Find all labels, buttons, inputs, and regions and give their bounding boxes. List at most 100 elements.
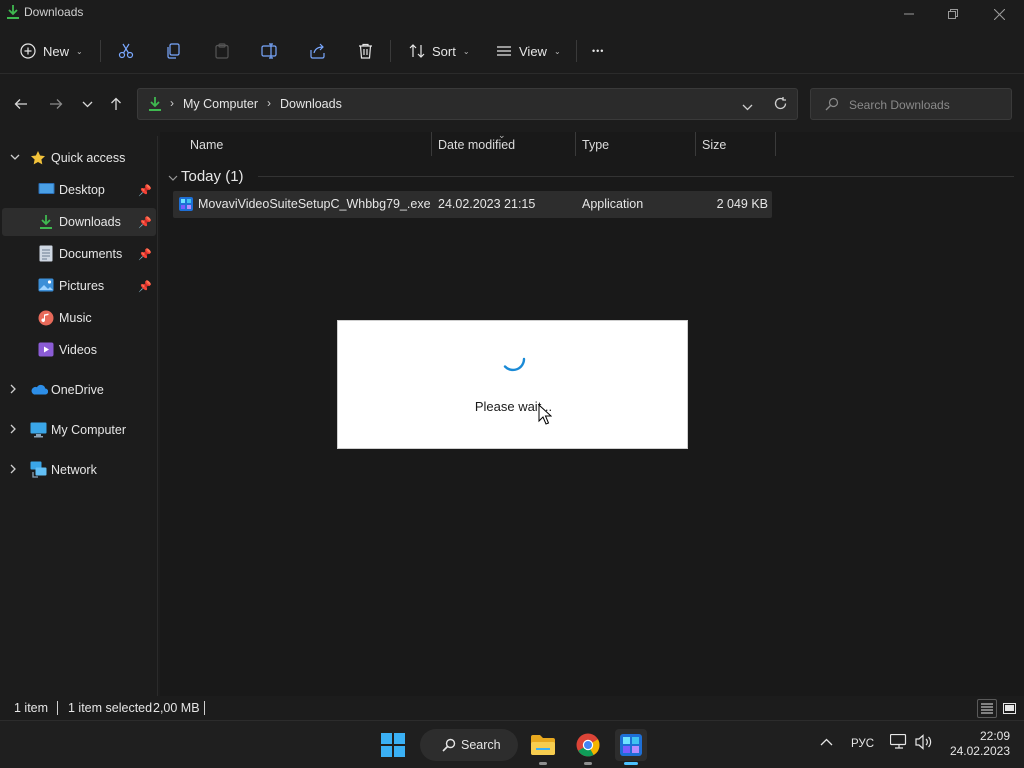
breadcrumb-my-computer[interactable]: My Computer xyxy=(183,97,258,111)
pin-icon: 📌 xyxy=(138,184,152,197)
network-status-icon[interactable] xyxy=(889,733,908,753)
sidebar-item-videos[interactable]: Videos xyxy=(2,336,156,364)
tray-overflow-chevron-icon[interactable] xyxy=(820,735,833,749)
taskbar-movavi[interactable] xyxy=(615,729,647,765)
share-button[interactable] xyxy=(309,38,326,64)
cut-button[interactable] xyxy=(118,38,134,64)
loading-spinner-icon xyxy=(499,345,527,373)
file-size: 2 049 KB xyxy=(716,197,768,211)
sidebar-item-label: Pictures xyxy=(59,279,105,293)
taskbar-search-button[interactable]: Search xyxy=(420,729,518,761)
pin-icon: 📌 xyxy=(138,280,152,293)
forward-button[interactable] xyxy=(46,94,66,114)
taskbar-chrome[interactable] xyxy=(572,729,604,765)
arrow-left-icon xyxy=(14,99,27,109)
dialog-message: Please wait... xyxy=(474,399,553,414)
scissors-icon xyxy=(118,43,134,59)
pin-icon: 📌 xyxy=(138,216,152,229)
delete-button[interactable] xyxy=(358,38,373,64)
sidebar-item-documents[interactable]: Documents 📌 xyxy=(2,240,156,268)
chevron-right-icon[interactable] xyxy=(10,464,17,476)
search-input[interactable] xyxy=(849,96,999,114)
cloud-icon xyxy=(30,384,49,400)
file-type: Application xyxy=(582,197,644,211)
search-box[interactable] xyxy=(810,88,1012,120)
chevron-right-icon[interactable] xyxy=(10,384,17,396)
search-icon xyxy=(825,97,839,114)
clipboard-icon xyxy=(214,43,230,59)
sidebar-item-downloads[interactable]: Downloads 📌 xyxy=(2,208,156,236)
sidebar-item-network[interactable]: Network xyxy=(2,456,156,484)
view-button[interactable]: View ⌄ xyxy=(496,38,561,64)
new-label: New xyxy=(43,43,70,59)
sidebar-item-label: Desktop xyxy=(59,183,105,197)
sidebar-item-my-computer[interactable]: My Computer xyxy=(2,416,156,444)
column-name-label: Name xyxy=(190,138,224,152)
search-icon xyxy=(442,738,456,755)
rename-button[interactable] xyxy=(261,38,279,64)
arrow-right-icon xyxy=(50,99,63,109)
address-bar[interactable]: › My Computer › Downloads xyxy=(137,88,798,120)
more-options-button[interactable]: ••• xyxy=(592,38,604,64)
selection-count: 1 item selected xyxy=(68,701,153,715)
sidebar-item-label: Downloads xyxy=(59,215,121,229)
recent-locations-button[interactable] xyxy=(77,94,97,114)
sort-button[interactable]: Sort ⌄ xyxy=(409,38,470,64)
sidebar-item-label: Documents xyxy=(59,247,123,261)
windows-logo-icon xyxy=(381,733,405,757)
sort-label: Sort xyxy=(432,43,456,59)
column-size-label: Size xyxy=(702,138,727,152)
close-button[interactable] xyxy=(976,0,1022,28)
download-icon xyxy=(148,96,162,115)
column-header-name[interactable]: Name xyxy=(190,132,223,158)
input-language[interactable]: РУС xyxy=(851,738,874,750)
paste-button[interactable] xyxy=(214,38,230,64)
sidebar-item-onedrive[interactable]: OneDrive xyxy=(2,376,156,404)
group-label: Today (1) xyxy=(181,168,244,185)
selection-size: 2,00 MB xyxy=(153,701,200,715)
details-view-icon xyxy=(981,703,993,714)
sidebar-item-pictures[interactable]: Pictures 📌 xyxy=(2,272,156,300)
large-icons-view-button[interactable] xyxy=(999,699,1019,718)
group-header-today[interactable]: Today (1) xyxy=(168,166,1014,188)
music-icon xyxy=(38,310,54,326)
mouse-cursor-icon xyxy=(538,403,553,426)
pin-icon: 📌 xyxy=(138,248,152,261)
taskbar-clock[interactable]: 22:09 24.02.2023 xyxy=(940,729,1010,759)
volume-icon[interactable] xyxy=(915,734,933,753)
column-type-label: Type xyxy=(582,138,610,152)
chevron-down-icon: ⌄ xyxy=(553,46,561,56)
details-view-button[interactable] xyxy=(977,699,997,718)
share-icon xyxy=(309,43,326,59)
column-header-type[interactable]: Type xyxy=(582,132,609,158)
taskbar-file-explorer[interactable] xyxy=(527,729,559,765)
chevron-right-icon[interactable] xyxy=(10,424,17,436)
chevron-down-icon[interactable] xyxy=(10,153,20,163)
copy-button[interactable] xyxy=(166,38,182,64)
table-row[interactable]: MovaviVideoSuiteSetupC_Whbbg79_.exe 24.0… xyxy=(173,191,772,218)
movavi-app-icon xyxy=(620,734,642,756)
network-icon xyxy=(30,461,47,478)
up-button[interactable] xyxy=(106,94,126,114)
chevron-right-icon: › xyxy=(170,96,174,110)
sidebar-item-label: Quick access xyxy=(51,151,126,165)
breadcrumb-downloads[interactable]: Downloads xyxy=(280,97,342,111)
sidebar-item-desktop[interactable]: Desktop 📌 xyxy=(2,176,156,204)
restore-button[interactable] xyxy=(930,0,976,28)
chevron-down-icon[interactable] xyxy=(168,171,178,185)
address-history-chevron-icon[interactable] xyxy=(742,100,753,114)
item-count: 1 item xyxy=(14,701,49,715)
sidebar-item-music[interactable]: Music xyxy=(2,304,156,332)
file-date: 24.02.2023 21:15 xyxy=(438,197,536,211)
new-button[interactable]: New ⌄ xyxy=(20,38,83,64)
taskbar: Search РУС 22:09 24.02.2023 xyxy=(0,720,1024,768)
start-button[interactable] xyxy=(377,729,409,761)
chrome-icon xyxy=(576,733,600,757)
refresh-icon[interactable] xyxy=(773,96,788,114)
back-button[interactable] xyxy=(11,94,31,114)
minimize-button[interactable] xyxy=(886,0,932,28)
sidebar-item-quick-access[interactable]: Quick access xyxy=(2,144,156,172)
column-header-size[interactable]: Size xyxy=(702,132,726,158)
chevron-down-icon: ⌄ xyxy=(76,46,83,56)
pictures-icon xyxy=(38,278,54,294)
